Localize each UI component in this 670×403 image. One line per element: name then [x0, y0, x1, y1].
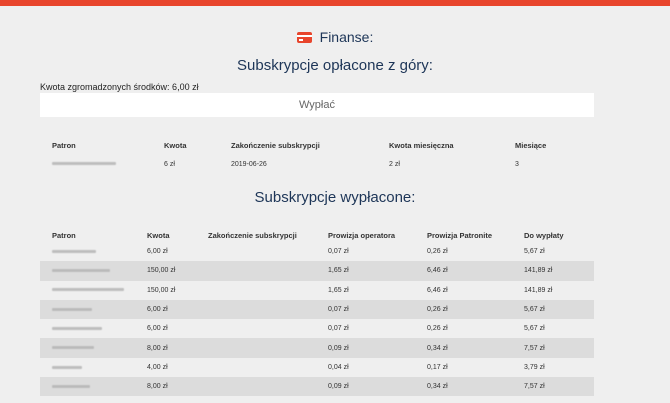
operator-fee-cell: 0,04 zł: [328, 363, 349, 371]
payout-cell: 7,57 zł: [524, 383, 545, 391]
patron-cell: [40, 358, 147, 377]
col-patronite-fee: Prowizja Patronite: [427, 230, 493, 240]
col-operator-fee: Prowizja operatora: [328, 230, 396, 240]
col-end: Zakończenie subskrypcji: [208, 230, 297, 240]
table-row: 4,00 zł 0,04 zł 0,17 zł 3,79 zł: [40, 358, 594, 377]
table-row: 8,00 zł 0,09 zł 0,34 zł 7,57 zł: [40, 338, 594, 358]
balance-label: Kwota zgromadzonych środków: 6,00 zł: [40, 82, 199, 92]
end-cell: [208, 377, 328, 396]
end-cell: [208, 261, 328, 280]
col-end: Zakończenie subskrypcji: [231, 140, 320, 150]
patron-cell: [40, 319, 147, 338]
amount-cell: 150,00 zł: [147, 286, 176, 294]
redacted-name: [52, 346, 94, 350]
amount-cell: 6,00 zł: [147, 306, 168, 314]
withdraw-button[interactable]: Wypłać: [40, 93, 594, 117]
end-cell: [208, 300, 328, 319]
patronite-fee-cell: 0,26 zł: [427, 306, 448, 314]
redacted-name: [52, 162, 116, 166]
patron-cell: [40, 377, 147, 396]
patron-cell: [40, 242, 147, 261]
patron-cell: [40, 152, 164, 176]
col-patron: Patron: [52, 230, 76, 240]
table-row: 150,00 zł 1,65 zł 6,46 zł 141,89 zł: [40, 281, 594, 300]
table-header-row: Patron Kwota Zakończenie subskrypcji Pro…: [40, 228, 594, 242]
amount-cell: 150,00 zł: [147, 267, 176, 275]
operator-fee-cell: 0,09 zł: [328, 344, 349, 352]
patron-cell: [40, 300, 147, 319]
col-months: Miesiące: [515, 140, 547, 150]
patronite-fee-cell: 0,34 zł: [427, 383, 448, 391]
col-monthly: Kwota miesięczna: [389, 140, 454, 150]
months-cell: 3: [515, 160, 519, 168]
patron-cell: [40, 281, 147, 300]
operator-fee-cell: 0,07 zł: [328, 306, 349, 314]
patronite-fee-cell: 6,46 zł: [427, 267, 448, 275]
patronite-fee-cell: 0,26 zł: [427, 325, 448, 333]
table-row: 6,00 zł 0,07 zł 0,26 zł 5,67 zł: [40, 242, 594, 261]
patronite-fee-cell: 0,17 zł: [427, 363, 448, 371]
payout-cell: 7,57 zł: [524, 344, 545, 352]
amount-cell: 6 zł: [164, 160, 175, 168]
patron-cell: [40, 261, 147, 280]
amount-cell: 8,00 zł: [147, 344, 168, 352]
table-row: 150,00 zł 1,65 zł 6,46 zł 141,89 zł: [40, 261, 594, 281]
top-accent-bar: [0, 0, 670, 6]
prepaid-section-title: Subskrypcje opłacone z góry:: [237, 57, 433, 74]
table-row: 6 zł 2019-06-26 2 zł 3: [40, 152, 594, 176]
table-row: 8,00 zł 0,09 zł 0,34 zł 7,57 zł: [40, 377, 594, 397]
operator-fee-cell: 0,07 zł: [328, 248, 349, 256]
page-title: Finanse:: [319, 29, 374, 45]
redacted-name: [52, 288, 124, 292]
end-cell: [208, 242, 328, 261]
table-row: 6,00 zł 0,07 zł 0,26 zł 5,67 zł: [40, 299, 594, 320]
finance-heading: Finanse:: [0, 29, 670, 45]
credit-card-icon: [296, 32, 312, 43]
operator-fee-cell: 0,07 zł: [328, 325, 349, 333]
patronite-fee-cell: 6,46 zł: [427, 286, 448, 294]
end-cell: [208, 281, 328, 300]
payout-cell: 5,67 zł: [524, 248, 545, 256]
redacted-name: [52, 326, 102, 330]
payout-cell: 5,67 zł: [524, 306, 545, 314]
redacted-name: [52, 307, 92, 311]
end-cell: [208, 319, 328, 338]
amount-cell: 8,00 zł: [147, 383, 168, 391]
paid-section-title: Subskrypcje wypłacone:: [254, 189, 416, 206]
end-cell: [208, 358, 328, 377]
payout-cell: 3,79 zł: [524, 363, 545, 371]
redacted-name: [52, 269, 110, 273]
amount-cell: 6,00 zł: [147, 248, 168, 256]
redacted-name: [52, 249, 96, 253]
redacted-name: [52, 384, 90, 388]
monthly-cell: 2 zł: [389, 160, 400, 168]
payout-cell: 141,89 zł: [524, 267, 553, 275]
end-cell: 2019-06-26: [231, 160, 267, 168]
patronite-fee-cell: 0,34 zł: [427, 344, 448, 352]
operator-fee-cell: 0,09 zł: [328, 383, 349, 391]
payout-cell: 141,89 zł: [524, 286, 553, 294]
prepaid-table: Patron Kwota Zakończenie subskrypcji Kwo…: [40, 138, 594, 176]
amount-cell: 6,00 zł: [147, 325, 168, 333]
patronite-fee-cell: 0,26 zł: [427, 248, 448, 256]
col-amount: Kwota: [147, 230, 170, 240]
amount-cell: 4,00 zł: [147, 363, 168, 371]
redacted-name: [52, 365, 82, 369]
operator-fee-cell: 1,65 zł: [328, 267, 349, 275]
table-row: 6,00 zł 0,07 zł 0,26 zł 5,67 zł: [40, 319, 594, 338]
end-cell: [208, 338, 328, 357]
table-header-row: Patron Kwota Zakończenie subskrypcji Kwo…: [40, 138, 594, 152]
col-amount: Kwota: [164, 140, 187, 150]
col-payout: Do wypłaty: [524, 230, 564, 240]
payout-cell: 5,67 zł: [524, 325, 545, 333]
patron-cell: [40, 338, 147, 357]
paid-table: Patron Kwota Zakończenie subskrypcji Pro…: [40, 228, 594, 397]
col-patron: Patron: [52, 140, 76, 150]
operator-fee-cell: 1,65 zł: [328, 286, 349, 294]
